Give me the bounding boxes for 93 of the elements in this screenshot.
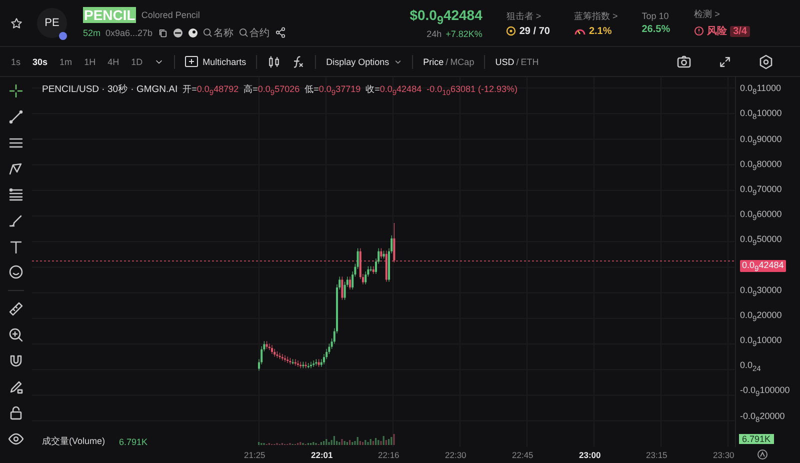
multicharts-button[interactable]: Multicharts <box>184 56 246 67</box>
time-tick: 23:30 <box>713 450 734 460</box>
zoom-in-icon[interactable] <box>8 327 24 344</box>
price-tick: 0.0$_{8}$10000 <box>740 108 782 122</box>
contract-address: 0x9a6...27b <box>106 28 153 38</box>
magnet-icon[interactable] <box>8 353 24 370</box>
stat-label[interactable]: 蓝筹指数 > <box>574 10 618 22</box>
unit-option[interactable]: MCap <box>450 56 474 66</box>
token-age: 52m <box>83 28 101 38</box>
volume-badge: 6.791K <box>739 434 774 444</box>
candles-icon[interactable] <box>267 54 282 68</box>
stat-label[interactable]: 检测 > <box>694 8 750 21</box>
time-tick: 22:16 <box>378 450 400 460</box>
warning-icon <box>694 26 704 36</box>
search-icon <box>202 28 212 37</box>
price-tick: 0.0$_{24}$ <box>740 360 761 374</box>
price-tick: 0.0$_{9}$20000 <box>740 310 782 323</box>
ruler-icon[interactable] <box>8 301 24 318</box>
plus-box-icon <box>184 56 198 67</box>
ohlc-value: 收=0.0$_{9}$42484 <box>366 83 422 97</box>
time-tick: 22:45 <box>512 450 534 460</box>
stat-label[interactable]: Top 10 <box>642 11 670 21</box>
interval-tab[interactable]: 1D <box>130 56 144 66</box>
interval-tab[interactable]: 30s <box>32 56 49 66</box>
interval-tab[interactable]: 1s <box>10 56 22 66</box>
target-icon <box>506 26 516 36</box>
crosshair-icon[interactable] <box>8 83 24 99</box>
ohlc-value: 高=0.0$_{9}$57026 <box>244 83 300 97</box>
price-tick: -0.0$_{9}$100000 <box>740 385 790 398</box>
expand-icon[interactable] <box>718 54 732 68</box>
token-avatar: PE <box>37 8 67 38</box>
trend-line-icon[interactable] <box>8 108 24 125</box>
price-change: -0.0$_{10}$63081 (-12.93%) <box>426 84 518 96</box>
price-tick: 0.0$_{8}$11000 <box>740 83 782 96</box>
text-icon[interactable] <box>8 238 24 254</box>
time-tick: 22:30 <box>445 450 466 460</box>
copy-icon[interactable] <box>158 28 168 38</box>
axis-settings-icon[interactable] <box>757 449 768 460</box>
price-tick: 0.0$_{9}$90000 <box>740 134 782 146</box>
price-tick: 0.0$_{9}$70000 <box>740 184 782 197</box>
interval-tab[interactable]: 1m <box>58 56 74 66</box>
price-tick: 0.0$_{9}$10000 <box>740 335 782 348</box>
change-label: 24h <box>426 29 442 40</box>
price-change: +7.82K% <box>446 29 482 40</box>
camera-icon[interactable] <box>676 54 692 70</box>
chain-icon <box>59 32 67 40</box>
share-icon[interactable] <box>274 27 286 38</box>
stat-value: 2.1% <box>588 26 612 36</box>
time-tick: 23:00 <box>579 450 601 460</box>
price-tick: 0.0$_{9}$80000 <box>740 158 782 172</box>
search-link[interactable]: 合约 <box>238 26 270 40</box>
separator: / <box>446 56 448 66</box>
time-tick: 22:01 <box>311 450 333 460</box>
price-tick: 0.0$_{9}$30000 <box>740 284 782 298</box>
volume-label: 成交量(Volume) <box>42 435 106 448</box>
current-price-label: 0.0$_{9}$42484 <box>740 260 786 272</box>
stat-value: 26.5% <box>642 24 670 35</box>
price-tick: 0.0$_{9}$60000 <box>740 209 782 222</box>
currency-option[interactable]: ETH <box>520 56 539 66</box>
stat-value: 风险 <box>707 24 728 38</box>
price-tick: -0.0$_{8}$20000 <box>740 410 785 424</box>
stat-label[interactable]: 狙击者 > <box>506 10 550 22</box>
lock-icon[interactable] <box>8 405 24 421</box>
risk-badge: 3/4 <box>730 26 750 36</box>
interval-tab[interactable]: 4H <box>106 56 120 66</box>
chart-title: PENCIL/USD · 30秒 · GMGN.AI <box>42 83 178 96</box>
separator: / <box>516 56 519 66</box>
display-options-button[interactable]: Display Options <box>326 56 402 66</box>
brush-icon[interactable] <box>8 212 24 229</box>
token-symbol: PENCIL <box>83 6 136 22</box>
function-icon[interactable] <box>291 54 306 68</box>
time-tick: 21:25 <box>244 450 266 460</box>
stat-value: 29 / 70 <box>519 26 550 36</box>
eye-icon[interactable] <box>8 430 24 447</box>
fibonacci-icon[interactable] <box>8 186 24 203</box>
token-price: $0.0$_{9}$42484 <box>410 6 482 26</box>
unit-option[interactable]: Price <box>423 56 444 66</box>
ohlc-value: 开=0.0$_{9}$48792 <box>182 83 239 97</box>
pattern-icon[interactable] <box>8 160 24 177</box>
search-link[interactable]: 名称 <box>202 26 234 40</box>
pencil-lock-icon[interactable] <box>8 379 24 396</box>
currency-option[interactable]: USD <box>495 56 514 66</box>
price-tick: 0.0$_{9}$50000 <box>740 234 782 248</box>
ohlc-value: 低=0.0$_{9}$37719 <box>304 83 361 97</box>
smiley-icon[interactable] <box>8 264 24 280</box>
star-icon[interactable] <box>10 16 23 30</box>
volume-value: 6.791K <box>119 436 148 446</box>
token-name: Colored Pencil <box>141 10 200 20</box>
interval-tab[interactable]: 1H <box>83 56 97 66</box>
time-tick: 23:15 <box>646 450 668 460</box>
settings-icon[interactable] <box>758 54 774 70</box>
chevron-down-icon <box>394 58 402 66</box>
search-icon <box>238 28 248 37</box>
